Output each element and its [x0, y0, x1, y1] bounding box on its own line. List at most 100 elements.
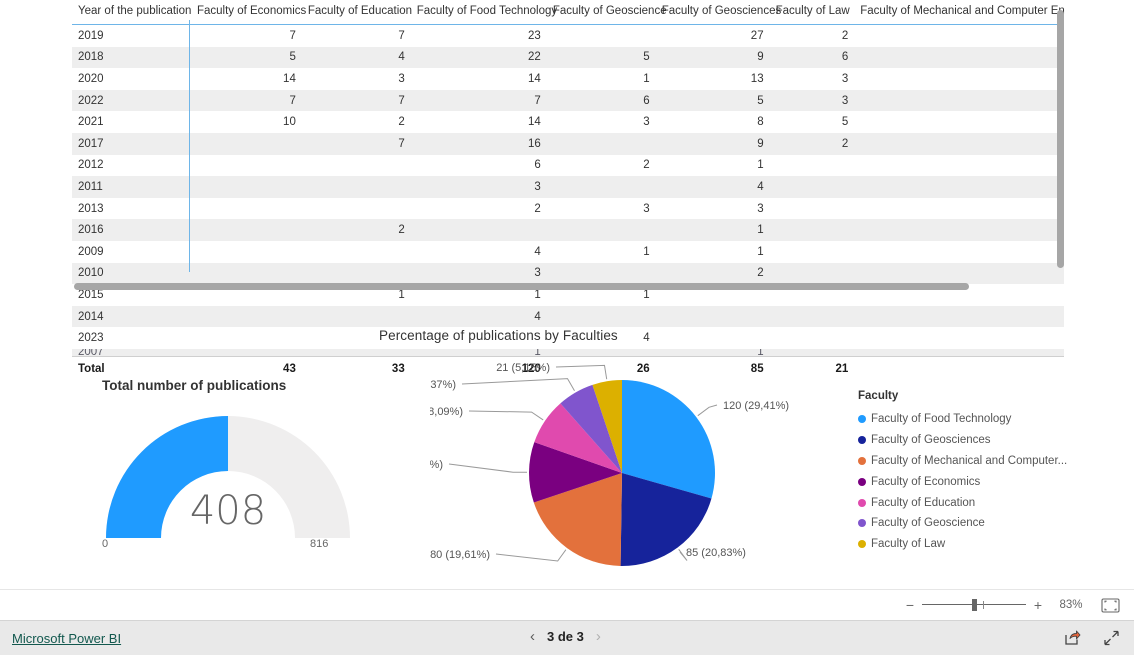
cell-value: 10	[283, 116, 296, 129]
zoom-toolbar[interactable]: − + 83%	[0, 589, 1134, 620]
cell-value: 7	[410, 89, 547, 112]
cell-value	[190, 219, 302, 241]
power-bi-brand-link[interactable]: Microsoft Power BI	[12, 631, 121, 646]
table-row[interactable]: 2007 1 1	[72, 348, 1064, 357]
cell-value: 2	[534, 202, 541, 215]
pie-leader-line	[495, 549, 567, 562]
legend-item[interactable]: Faculty of Geosciences	[858, 430, 1098, 451]
cell-value	[854, 219, 1064, 241]
cell-value	[546, 305, 656, 328]
table-row[interactable]: 2017 7 16 9 2	[72, 132, 1064, 155]
cell-year: 2009	[78, 245, 104, 258]
legend-item[interactable]: Faculty of Education	[858, 492, 1098, 513]
legend-item-label: Faculty of Economics	[871, 475, 981, 488]
cell-value: 5	[841, 116, 849, 129]
table-row[interactable]: 2009 4 1 1	[72, 241, 1064, 263]
zoom-out-button[interactable]: −	[903, 598, 917, 612]
table-vertical-scrollbar[interactable]	[1057, 10, 1064, 268]
zoom-slider-tick	[983, 601, 984, 609]
legend-item[interactable]: Faculty of Mechanical and Computer...	[858, 451, 1098, 472]
cell-value: 14	[528, 116, 541, 129]
zoom-slider-thumb[interactable]	[972, 599, 977, 611]
cell-value	[410, 219, 547, 241]
cell-value: 1	[643, 72, 650, 85]
total-education: 33	[301, 355, 411, 381]
legend-item[interactable]: Faculty of Economics	[858, 471, 1098, 492]
cell-value: 2	[398, 116, 405, 129]
table-row[interactable]: 2021 10 2 14 3 8 5	[72, 111, 1064, 133]
table-row[interactable]: 2013 2 3 3	[72, 198, 1064, 220]
gauge-visual[interactable]: Total number of publications 408 0 816	[88, 378, 368, 568]
cell-value: 2	[655, 262, 770, 285]
cell-year: 2023	[78, 332, 104, 345]
cell-year: 2017	[72, 132, 191, 155]
table-row[interactable]: 2019 7 7 23 27 2	[72, 25, 1064, 47]
table-row[interactable]: 2011 3 4	[72, 176, 1064, 198]
cell-value: 2	[769, 132, 855, 155]
cell-value	[190, 176, 302, 198]
table-row[interactable]: 2016 2 1	[72, 219, 1064, 241]
gauge-max-label: 816	[310, 538, 329, 550]
zoom-in-button[interactable]: +	[1031, 598, 1045, 612]
column-header-education[interactable]: Faculty of Education	[301, 0, 412, 25]
column-header-year[interactable]: Year of the publication	[72, 0, 191, 25]
cell-value	[301, 262, 411, 285]
cell-year: 2020	[78, 72, 104, 85]
cell-value: 3	[841, 72, 849, 85]
cell-value	[302, 155, 411, 177]
cell-value: 1	[410, 348, 547, 357]
column-header-law[interactable]: Faculty of Law	[769, 0, 855, 25]
legend-list[interactable]: Faculty of Food Technology Faculty of Geo…	[858, 409, 1098, 555]
table-row[interactable]: 2014 4	[72, 305, 1064, 328]
column-header-food-technology[interactable]: Faculty of Food Technology	[410, 0, 557, 25]
previous-page-button[interactable]: ‹	[530, 629, 535, 644]
column-header-geoscience[interactable]: Faculty of Geoscience	[546, 0, 667, 25]
publications-table-visual[interactable]: Year of the publication Faculty of Econo…	[72, 0, 1065, 381]
table-row[interactable]: 2018 5 4 22 5 9 6	[72, 46, 1064, 69]
legend-item-label: Faculty of Geoscience	[871, 517, 985, 530]
column-header-geosciences[interactable]: Faculty of Geosciences	[655, 0, 781, 25]
table-body: 2019 7 7 23 27 2 2018 5 4 22 5 9 6 2020 14 3 14 1 13 3 2022 7…	[72, 25, 1064, 357]
table-row[interactable]: 2010 3 2	[72, 262, 1064, 285]
pie-chart[interactable]: 120 (29,41%) 85 (20,83%) 80 (19,61%) 43 (10…	[430, 358, 830, 588]
publications-table[interactable]: Year of the publication Faculty of Econo…	[72, 0, 1065, 381]
column-header-economics[interactable]: Faculty of Economics	[190, 0, 306, 25]
legend-item-label: Faculty of Education	[871, 496, 976, 509]
table-horizontal-scrollbar[interactable]	[74, 283, 969, 290]
legend-item[interactable]: Faculty of Geoscience	[858, 513, 1098, 534]
cell-value: 4	[410, 305, 547, 328]
legend-item[interactable]: Faculty of Law	[858, 534, 1098, 555]
fit-to-page-icon[interactable]	[1101, 597, 1120, 613]
pie-legend[interactable]: Faculty Faculty of Food Technology Facult…	[858, 390, 1098, 555]
table-row[interactable]: 2020 14 3 14 1 13 3	[72, 68, 1064, 90]
cell-value	[769, 348, 855, 357]
cell-value: 22	[410, 46, 547, 69]
cell-value: 3	[769, 89, 855, 112]
cell-value	[769, 305, 855, 328]
cell-value: 3	[410, 262, 547, 285]
cell-value	[854, 176, 1064, 198]
cell-year: 2007	[72, 348, 191, 357]
share-icon[interactable]	[1064, 630, 1081, 651]
zoom-slider[interactable]	[922, 598, 1026, 612]
column-header-mechanical[interactable]: Faculty of Mechanical and Computer En	[854, 0, 1065, 25]
cell-value: 2	[301, 219, 411, 241]
cell-year: 2010	[72, 262, 191, 285]
cell-value	[854, 327, 1064, 349]
table-row[interactable]: 2022 7 7 7 6 5 3	[72, 89, 1064, 112]
cell-value: 1	[655, 348, 770, 357]
cell-value	[190, 262, 302, 285]
legend-title: Faculty	[858, 390, 899, 402]
footer-actions[interactable]	[1064, 630, 1120, 651]
fullscreen-icon[interactable]	[1103, 630, 1120, 651]
table-row[interactable]: 2012 6 2 1	[72, 155, 1064, 177]
pie-leader-line	[697, 404, 718, 417]
pie-data-label: 43 (10,54%)	[430, 459, 443, 471]
cell-value: 2	[841, 29, 849, 42]
page-navigation[interactable]: ‹ 3 de 3 ›	[530, 629, 601, 644]
next-page-button[interactable]: ›	[596, 629, 601, 644]
cell-value	[546, 132, 656, 155]
cell-value	[191, 155, 302, 177]
legend-item[interactable]: Faculty of Food Technology	[858, 409, 1098, 430]
pie-slices[interactable]	[529, 380, 715, 567]
